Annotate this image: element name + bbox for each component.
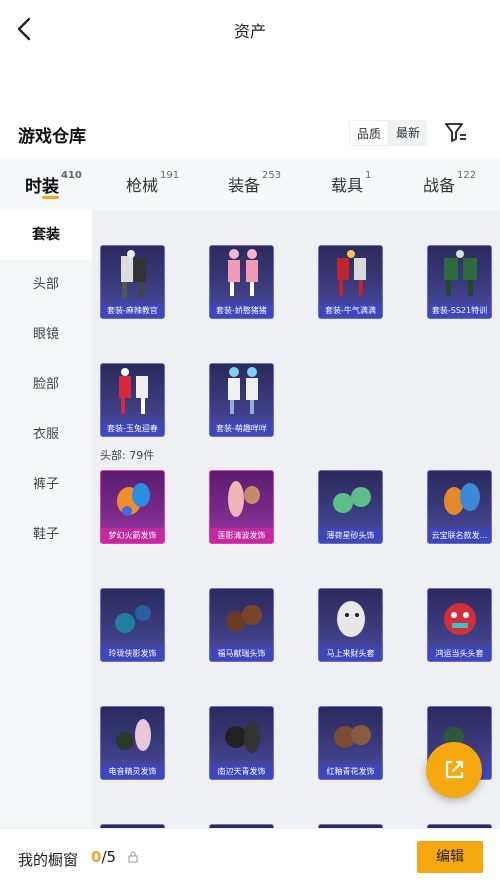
item-label: 玲珑侠影发饰 [101, 646, 164, 661]
showcase-count: 0/5 [91, 848, 116, 866]
head-item-card[interactable]: 云宝联名款发... [427, 470, 492, 544]
hair-accessory-icon [225, 721, 260, 753]
top-bar: 资产 [0, 0, 500, 60]
edit-button[interactable]: 编辑 [417, 841, 483, 873]
item-label: 电音精灵发饰 [101, 764, 164, 779]
suit-card[interactable]: 套装-麻辣教官 [100, 245, 165, 319]
sort-toggle: 品质 最新 [349, 120, 428, 146]
head-item-card[interactable]: 南辺天青发饰 [209, 706, 274, 780]
filter-icon [445, 123, 466, 142]
showcase-current: 0 [91, 848, 102, 866]
item-label: 南辺天青发饰 [210, 764, 273, 779]
showcase-total: /5 [101, 848, 117, 866]
page-title: 资产 [233, 22, 266, 41]
category-tabs: 时装410 枪械191 装备253 载具1 战备122 [0, 158, 500, 210]
item-label: 套装-牛气满满 [319, 303, 382, 318]
suit-card[interactable]: 套装-SS21特训 [427, 245, 492, 319]
tab-gear[interactable]: 战备122 [423, 170, 477, 196]
outfit-figure-icon [121, 250, 146, 298]
item-label: 红釉青花发饰 [319, 764, 382, 779]
head-item-card[interactable]: 红釉青花发饰 [318, 706, 383, 780]
sidebar-item-suits[interactable]: 套装 [0, 210, 92, 260]
tab-guns[interactable]: 枪械191 [126, 170, 180, 196]
tab-equipment[interactable]: 装备253 [228, 170, 282, 196]
sidebar-item-clothes[interactable]: 衣服 [0, 410, 92, 460]
hair-accessory-icon [228, 481, 260, 517]
suit-card[interactable]: 套装-牛气满满 [318, 245, 383, 319]
sort-latest-option[interactable]: 最新 [389, 120, 427, 146]
head-item-card[interactable]: 马上来财头套 [318, 588, 383, 662]
head-item-card[interactable]: 电音精灵发饰 [100, 706, 165, 780]
tab-label: 枪械 [126, 176, 159, 195]
suit-card[interactable]: 套装-娇憨猪猪 [209, 245, 274, 319]
tab-fashion[interactable]: 时装410 [25, 170, 82, 197]
tab-label: 战备 [423, 176, 456, 195]
outfit-figure-icon [228, 367, 258, 414]
item-label: 套装-麻辣教官 [101, 303, 164, 318]
active-tab-indicator [42, 196, 59, 199]
lock-icon [128, 851, 138, 863]
tab-vehicles[interactable]: 载具1 [331, 170, 372, 196]
head-item-card[interactable]: 鸿运当头头套 [427, 588, 492, 662]
outfit-figure-icon [444, 250, 477, 296]
hair-accessory-icon [444, 483, 480, 515]
sidebar-item-head[interactable]: 头部 [0, 260, 92, 310]
sidebar-item-shoes[interactable]: 鞋子 [0, 510, 92, 560]
hair-accessory-icon [226, 605, 262, 631]
head-item-card[interactable]: 福马献瑞头饰 [209, 588, 274, 662]
tab-count: 253 [262, 170, 282, 181]
tab-label: 载具 [331, 176, 364, 195]
item-label: 套装-萌趣咩咩 [210, 421, 273, 436]
hair-accessory-icon [116, 719, 151, 751]
tab-label: 装备 [228, 176, 261, 195]
tab-count: 122 [457, 170, 477, 181]
lion-mask-icon [444, 603, 476, 635]
outfit-figure-icon [337, 250, 366, 296]
item-label: 薄荷星砂头饰 [319, 528, 382, 543]
showcase-label: 我的橱窗 [18, 851, 79, 869]
showcase-footer: 我的橱窗 0/5 编辑 [0, 828, 500, 885]
share-export-icon [445, 760, 464, 779]
sidebar-item-face[interactable]: 脸部 [0, 360, 92, 410]
sidebar-item-pants[interactable]: 裤子 [0, 460, 92, 510]
outfit-figure-icon [119, 368, 148, 414]
tab-count: 410 [61, 170, 82, 181]
share-fab-button[interactable] [426, 742, 482, 798]
horse-mask-icon [337, 601, 365, 637]
head-item-card[interactable]: 莲影清波发饰 [209, 470, 274, 544]
head-item-card[interactable]: 梦幻火箭发饰 [100, 470, 165, 544]
tab-count: 1 [365, 170, 372, 181]
item-label: 莲影清波发饰 [210, 528, 273, 543]
item-label: 套装-玉兔迎春 [101, 421, 164, 436]
item-label: 套装-娇憨猪猪 [210, 303, 273, 318]
suit-card[interactable]: 套装-玉兔迎春 [100, 363, 165, 437]
outfit-figure-icon [228, 249, 258, 296]
hair-accessory-icon [115, 605, 151, 633]
item-label: 云宝联名款发... [428, 528, 491, 543]
section-title: 游戏仓库 [18, 127, 86, 147]
head-item-card[interactable]: 玲珑侠影发饰 [100, 588, 165, 662]
item-label: 鸿运当头头套 [428, 646, 491, 661]
filter-button[interactable] [444, 120, 468, 144]
sidebar-item-glasses[interactable]: 眼镜 [0, 310, 92, 360]
head-item-card[interactable]: 薄荷星砂头饰 [318, 470, 383, 544]
item-label: 福马献瑞头饰 [210, 646, 273, 661]
item-label: 马上来财头套 [319, 646, 382, 661]
hair-accessory-icon [333, 487, 371, 513]
suit-card[interactable]: 套装-萌趣咩咩 [209, 363, 274, 437]
item-grid: 套装-麻辣教官 套装-娇憨猪猪 套装-牛气满满 套装-SS21特训 套装-玉兔迎… [92, 210, 500, 828]
hair-accessory-icon [117, 483, 150, 516]
item-label: 套装-SS21特训 [428, 303, 491, 318]
item-label: 梦幻火箭发饰 [101, 528, 164, 543]
sort-quality-option[interactable]: 品质 [349, 120, 390, 146]
head-group-label: 头部: 79件 [100, 449, 155, 462]
hair-accessory-icon [334, 725, 371, 748]
tab-label: 时装 [25, 177, 59, 197]
sidebar: 套装 头部 眼镜 脸部 衣服 裤子 鞋子 [0, 210, 92, 828]
tab-count: 191 [160, 170, 180, 181]
